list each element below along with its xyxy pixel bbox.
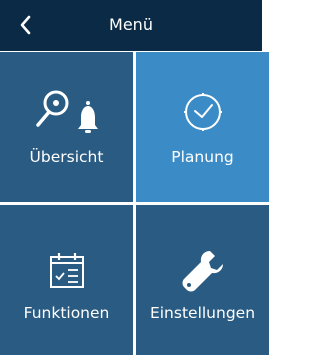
- header-bar: Menü: [0, 0, 262, 51]
- tile-functions[interactable]: Funktionen: [0, 205, 133, 355]
- calendar-checklist-icon: [0, 241, 133, 301]
- search-bell-icon: [0, 82, 133, 142]
- wrench-icon: [136, 241, 269, 301]
- tile-planning[interactable]: Planung: [136, 52, 269, 202]
- tile-label: Funktionen: [23, 304, 110, 322]
- tile-overview[interactable]: Übersicht: [0, 52, 133, 202]
- clock-icon: [136, 82, 269, 142]
- page-title: Menü: [109, 15, 153, 34]
- tile-settings[interactable]: Einstellungen: [136, 205, 269, 355]
- menu-screen: Menü Übersicht Planung Funktionen Einste…: [0, 0, 269, 355]
- tile-label: Planung: [171, 148, 234, 166]
- tile-label: Einstellungen: [149, 304, 256, 322]
- tile-label: Übersicht: [29, 148, 104, 166]
